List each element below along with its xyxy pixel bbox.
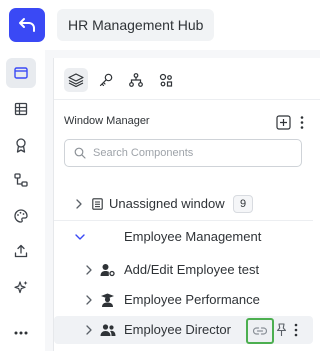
palette-icon — [14, 209, 28, 223]
pin-button[interactable] — [274, 322, 288, 338]
tab-layers[interactable] — [64, 68, 88, 92]
tree-row-add-edit-employee[interactable]: Add/Edit Employee test — [54, 256, 313, 284]
graduate-icon — [101, 293, 114, 307]
tree-row-label: Employee Director — [124, 322, 231, 337]
undo-arrow-icon — [19, 18, 35, 32]
tree-row-employee-director[interactable]: Employee Director — [54, 316, 313, 344]
rail-award-button[interactable] — [6, 130, 36, 160]
add-window-icon[interactable] — [276, 115, 291, 130]
tree-row-label: Employee Performance — [124, 292, 260, 307]
tree-row-unassigned[interactable]: Unassigned window 9 — [54, 190, 313, 218]
rail-publish-button[interactable] — [6, 236, 36, 266]
award-icon — [16, 137, 26, 153]
tab-keys[interactable] — [94, 68, 118, 92]
top-bar: HR Management Hub — [0, 0, 320, 50]
rail-flow-button[interactable] — [6, 165, 36, 195]
panel-tab-strip — [64, 68, 178, 92]
rail-windows-button[interactable] — [6, 58, 36, 88]
flow-icon — [14, 173, 28, 187]
back-button[interactable] — [9, 8, 45, 42]
chevron-right-icon[interactable] — [84, 265, 94, 275]
tree-row-label: Add/Edit Employee test — [124, 262, 260, 277]
app-title[interactable]: HR Management Hub — [57, 9, 215, 41]
tree-row-label: Unassigned window — [109, 196, 225, 211]
tree-group-label: Employee Management — [124, 229, 262, 244]
more-horizontal-icon — [14, 331, 28, 335]
users-icon — [100, 324, 116, 336]
rail-table-button[interactable] — [6, 94, 36, 124]
chevron-right-icon[interactable] — [84, 325, 94, 335]
rail-theme-button[interactable] — [6, 201, 36, 231]
table-icon — [14, 102, 28, 116]
chevron-down-icon[interactable] — [75, 232, 85, 242]
link-icon — [253, 327, 267, 335]
link-button[interactable] — [246, 318, 274, 344]
layers-icon — [68, 73, 84, 87]
count-badge: 9 — [233, 195, 254, 213]
tree-row-employee-performance[interactable]: Employee Performance — [54, 286, 313, 314]
sparkle-icon — [13, 280, 27, 293]
pin-icon — [276, 323, 286, 336]
tabs-divider — [54, 99, 320, 100]
tab-shapes[interactable] — [154, 68, 178, 92]
left-rail — [0, 50, 45, 351]
rail-more-button[interactable] — [6, 318, 36, 348]
upload-icon — [14, 244, 28, 258]
chevron-right-icon[interactable] — [84, 295, 94, 305]
panel-more-icon[interactable] — [298, 115, 306, 130]
panel-title: Window Manager — [64, 115, 150, 127]
chevron-right-icon[interactable] — [74, 199, 84, 209]
user-gear-icon — [100, 264, 115, 277]
search-field[interactable] — [64, 139, 302, 167]
shapes-icon — [159, 73, 173, 87]
row-more-icon[interactable] — [292, 322, 300, 338]
window-manager-panel: Window Manager Unassigned window 9 Emplo… — [45, 50, 320, 351]
tree-group-employee-management[interactable]: Employee Management — [54, 221, 313, 249]
rail-ai-button[interactable] — [6, 272, 36, 302]
panel-body: Window Manager Unassigned window 9 Emplo… — [53, 58, 320, 351]
window-icon — [14, 67, 28, 79]
hierarchy-icon — [129, 73, 143, 87]
search-input[interactable] — [93, 147, 293, 159]
key-icon — [99, 73, 113, 87]
tab-hierarchy[interactable] — [124, 68, 148, 92]
search-icon — [74, 147, 86, 159]
list-window-icon — [92, 198, 103, 210]
